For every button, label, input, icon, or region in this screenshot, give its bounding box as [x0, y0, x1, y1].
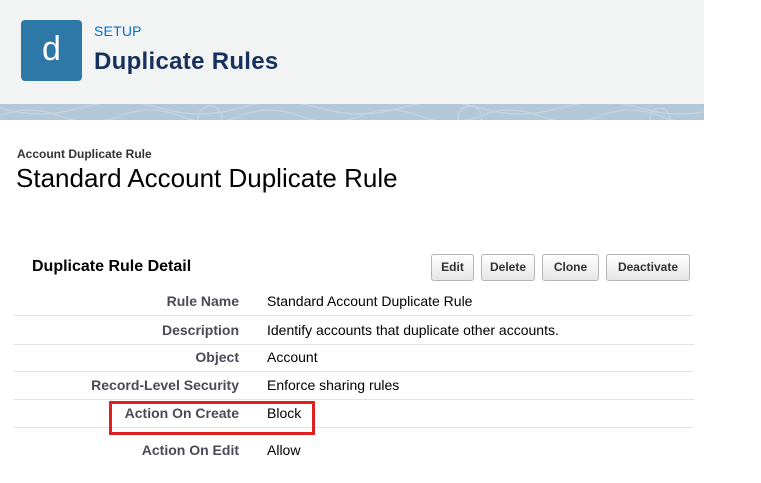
row-value: Identify accounts that duplicate other a… [267, 322, 559, 338]
row-label: Description [161, 322, 239, 338]
page: d SETUP Duplicate Rules Account Duplicat… [0, 0, 761, 483]
detail-row-record-level-security: Record-Level Security Enforce sharing ru… [13, 371, 694, 400]
setup-header: d SETUP Duplicate Rules [0, 0, 704, 104]
setup-app-icon: d [21, 20, 82, 81]
deactivate-button[interactable]: Deactivate [606, 254, 690, 281]
row-label: Rule Name [166, 293, 239, 309]
page-title: Duplicate Rules [94, 48, 279, 75]
row-value: Block [267, 405, 302, 421]
header-decorative-band [0, 104, 704, 120]
row-label: Object [195, 349, 239, 365]
row-value: Enforce sharing rules [267, 377, 400, 393]
wave-pattern-icon [0, 104, 704, 120]
detail-row-description: Description Identify accounts that dupli… [13, 316, 694, 345]
record-title: Standard Account Duplicate Rule [16, 163, 398, 193]
detail-row-action-on-create: Action On Create Block [13, 399, 694, 428]
row-value: Allow [267, 442, 301, 458]
record-type-label: Account Duplicate Rule [17, 147, 152, 161]
clone-button[interactable]: Clone [542, 254, 599, 281]
delete-button[interactable]: Delete [481, 254, 535, 281]
detail-section-title: Duplicate Rule Detail [32, 258, 192, 275]
detail-row-object: Object Account [13, 343, 694, 372]
row-label: Action On Create [124, 405, 239, 421]
detail-row-rule-name: Rule Name Standard Account Duplicate Rul… [13, 287, 694, 316]
row-label: Action On Edit [141, 442, 239, 458]
row-value: Standard Account Duplicate Rule [267, 293, 473, 309]
row-value: Account [267, 349, 318, 365]
setup-label[interactable]: SETUP [94, 23, 142, 39]
detail-row-action-on-edit: Action On Edit Allow [13, 436, 694, 465]
edit-button[interactable]: Edit [431, 254, 474, 281]
row-label: Record-Level Security [91, 377, 239, 393]
